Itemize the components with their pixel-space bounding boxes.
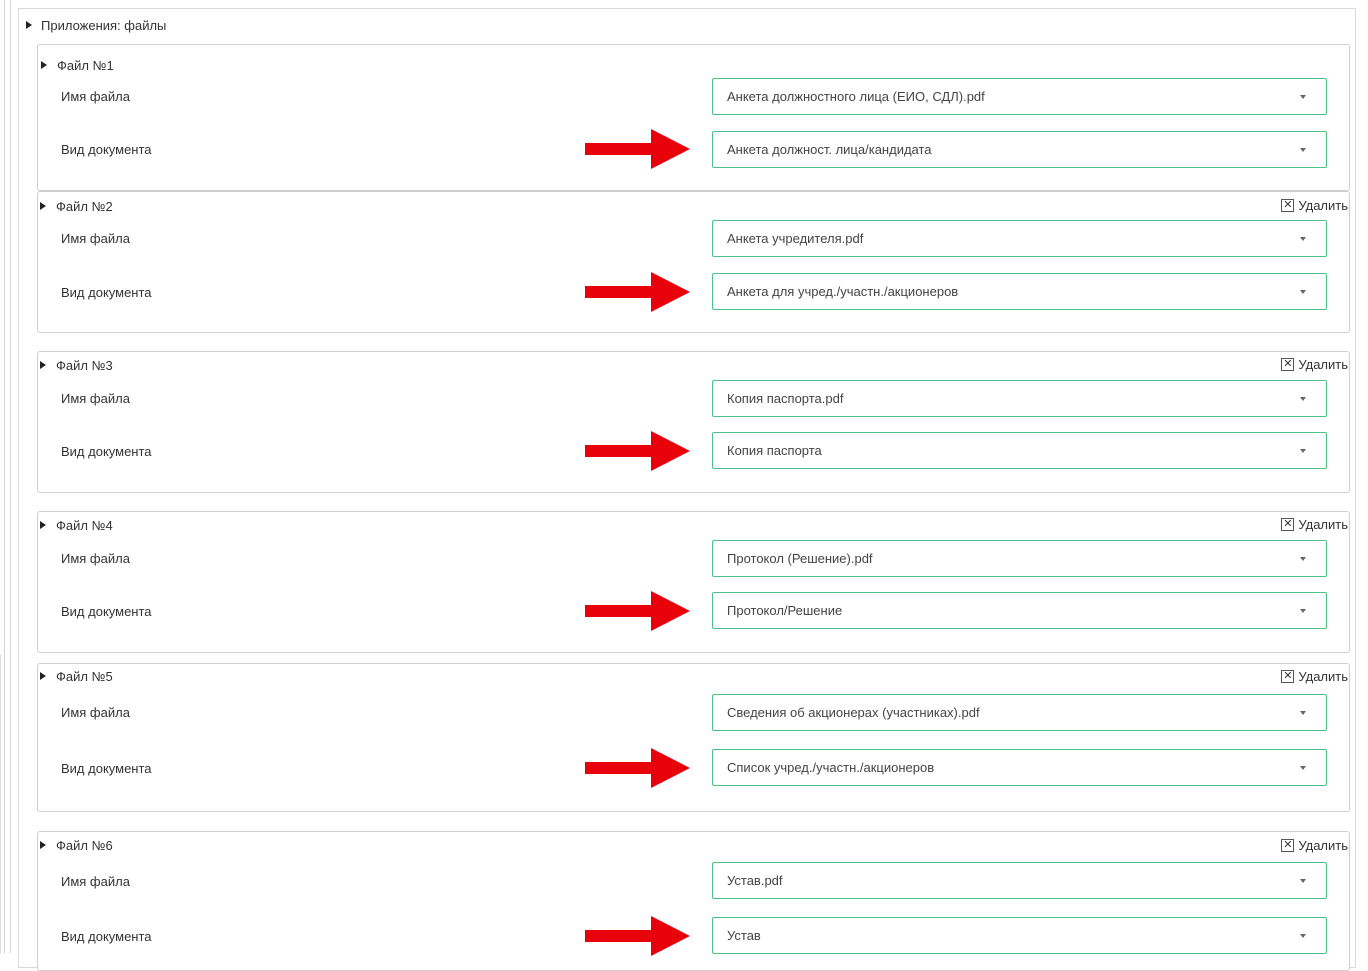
- chevron-down-icon[interactable]: [1300, 236, 1306, 241]
- selected-value: Анкета должностного лица (ЕИО, СДЛ).pdf: [727, 89, 985, 104]
- doc-type-select[interactable]: Устав: [712, 917, 1327, 954]
- file-name-select[interactable]: Устав.pdf: [712, 862, 1327, 899]
- file-group-4: [37, 511, 1350, 653]
- red-arrow-annotation: [585, 272, 690, 312]
- section-header[interactable]: Приложения: файлы: [26, 16, 166, 34]
- delete-label: Удалить: [1298, 669, 1348, 684]
- selected-value: Сведения об акционерах (участниках).pdf: [727, 705, 980, 720]
- expand-triangle-icon[interactable]: [40, 202, 46, 210]
- expand-triangle-icon[interactable]: [26, 21, 32, 29]
- file-title: Файл №5: [56, 668, 113, 684]
- left-frame-line: [0, 655, 1, 953]
- doc-type-label: Вид документа: [61, 285, 152, 300]
- chevron-down-icon[interactable]: [1300, 289, 1306, 294]
- left-frame-border: [4, 0, 11, 953]
- section-title: Приложения: файлы: [41, 17, 167, 33]
- delete-button[interactable]: ✕ Удалить: [1281, 517, 1348, 532]
- selected-value: Копия паспорта.pdf: [727, 391, 844, 406]
- selected-value: Анкета должност. лица/кандидата: [727, 142, 932, 157]
- selected-value: Копия паспорта: [727, 443, 822, 458]
- file-header[interactable]: Файл №3: [40, 357, 113, 373]
- doc-type-select[interactable]: Список учред./участн./акционеров: [712, 749, 1327, 786]
- file-name-select[interactable]: Протокол (Решение).pdf: [712, 540, 1327, 577]
- doc-type-select[interactable]: Копия паспорта: [712, 432, 1327, 469]
- file-title: Файл №3: [56, 357, 113, 373]
- red-arrow-annotation: [585, 748, 690, 788]
- doc-type-label: Вид документа: [61, 142, 152, 157]
- chevron-down-icon[interactable]: [1300, 556, 1306, 561]
- file-header[interactable]: Файл №5: [40, 668, 113, 684]
- file-header[interactable]: Файл №6: [40, 837, 113, 853]
- red-arrow-annotation: [585, 129, 690, 169]
- file-name-label: Имя файла: [61, 89, 130, 104]
- delete-button[interactable]: ✕ Удалить: [1281, 838, 1348, 853]
- doc-type-label: Вид документа: [61, 444, 152, 459]
- file-name-label: Имя файла: [61, 705, 130, 720]
- doc-type-label: Вид документа: [61, 761, 152, 776]
- expand-triangle-icon[interactable]: [41, 61, 47, 69]
- red-arrow-annotation: [585, 431, 690, 471]
- chevron-down-icon[interactable]: [1300, 448, 1306, 453]
- selected-value: Список учред./участн./акционеров: [727, 760, 935, 775]
- expand-triangle-icon[interactable]: [40, 841, 46, 849]
- expand-triangle-icon[interactable]: [40, 361, 46, 369]
- close-icon: ✕: [1281, 839, 1295, 852]
- chevron-down-icon[interactable]: [1300, 608, 1306, 613]
- close-icon: ✕: [1281, 199, 1295, 212]
- chevron-down-icon[interactable]: [1300, 94, 1306, 99]
- delete-label: Удалить: [1298, 198, 1348, 213]
- selected-value: Анкета учредителя.pdf: [727, 231, 864, 246]
- doc-type-label: Вид документа: [61, 929, 152, 944]
- file-name-label: Имя файла: [61, 231, 130, 246]
- doc-type-select[interactable]: Анкета для учред./участн./акционеров: [712, 273, 1327, 310]
- file-group-1: Файл №1: [37, 44, 1350, 191]
- file-name-select[interactable]: Сведения об акционерах (участниках).pdf: [712, 694, 1327, 731]
- delete-button[interactable]: ✕ Удалить: [1281, 198, 1348, 213]
- close-icon: ✕: [1281, 358, 1295, 371]
- file-header[interactable]: Файл №2: [40, 198, 113, 214]
- file-name-label: Имя файла: [61, 874, 130, 889]
- file-title: Файл №1: [57, 57, 114, 73]
- selected-value: Анкета для учред./участн./акционеров: [727, 284, 959, 299]
- chevron-down-icon[interactable]: [1300, 878, 1306, 883]
- selected-value: Протокол/Решение: [727, 603, 843, 618]
- file-header[interactable]: Файл №4: [40, 517, 113, 533]
- expand-triangle-icon[interactable]: [40, 672, 46, 680]
- doc-type-select[interactable]: Анкета должност. лица/кандидата: [712, 131, 1327, 168]
- delete-label: Удалить: [1298, 357, 1348, 372]
- file-name-label: Имя файла: [61, 391, 130, 406]
- doc-type-select[interactable]: Протокол/Решение: [712, 592, 1327, 629]
- file-title: Файл №4: [56, 517, 113, 533]
- file-name-select[interactable]: Анкета должностного лица (ЕИО, СДЛ).pdf: [712, 78, 1327, 115]
- file-name-label: Имя файла: [61, 551, 130, 566]
- file-group-5: [37, 663, 1350, 812]
- file-group-2: [37, 191, 1350, 333]
- delete-button[interactable]: ✕ Удалить: [1281, 357, 1348, 372]
- file-name-select[interactable]: Копия паспорта.pdf: [712, 380, 1327, 417]
- file-group-3: [37, 351, 1350, 493]
- delete-label: Удалить: [1298, 517, 1348, 532]
- file-title: Файл №2: [56, 198, 113, 214]
- close-icon: ✕: [1281, 670, 1295, 683]
- file-title: Файл №6: [56, 837, 113, 853]
- doc-type-label: Вид документа: [61, 604, 152, 619]
- selected-value: Протокол (Решение).pdf: [727, 551, 873, 566]
- chevron-down-icon[interactable]: [1300, 765, 1306, 770]
- delete-label: Удалить: [1298, 838, 1348, 853]
- red-arrow-annotation: [585, 591, 690, 631]
- delete-button[interactable]: ✕ Удалить: [1281, 669, 1348, 684]
- red-arrow-annotation: [585, 916, 690, 956]
- chevron-down-icon[interactable]: [1300, 396, 1306, 401]
- expand-triangle-icon[interactable]: [40, 521, 46, 529]
- selected-value: Устав.pdf: [727, 873, 783, 888]
- chevron-down-icon[interactable]: [1300, 933, 1306, 938]
- selected-value: Устав: [727, 928, 761, 943]
- chevron-down-icon[interactable]: [1300, 710, 1306, 715]
- file-header[interactable]: Файл №1: [41, 57, 114, 73]
- chevron-down-icon[interactable]: [1300, 147, 1306, 152]
- close-icon: ✕: [1281, 518, 1295, 531]
- file-name-select[interactable]: Анкета учредителя.pdf: [712, 220, 1327, 257]
